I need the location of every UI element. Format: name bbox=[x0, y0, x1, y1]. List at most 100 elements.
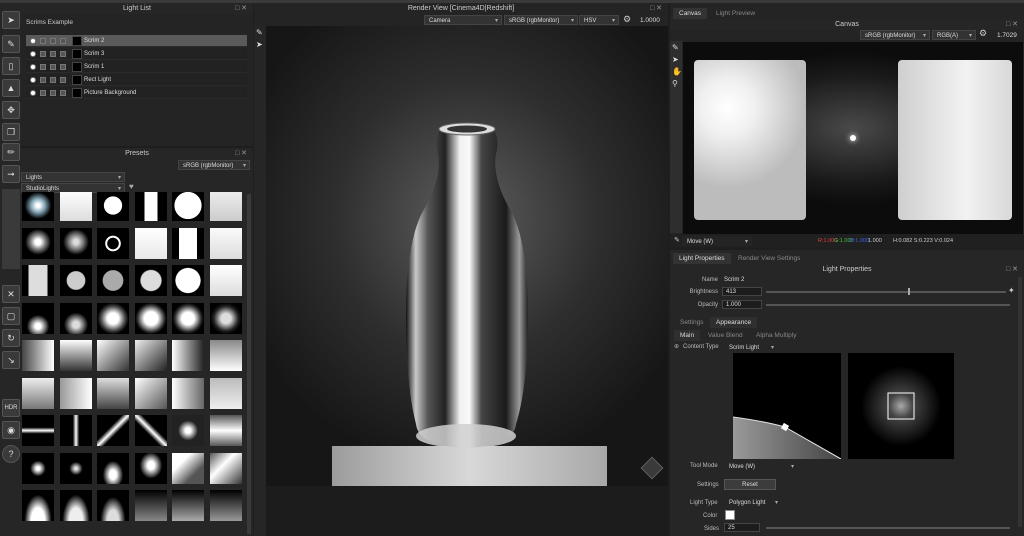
preset-thumbnail[interactable] bbox=[97, 377, 129, 409]
preset-thumbnail[interactable] bbox=[22, 265, 54, 296]
mute-icon[interactable] bbox=[60, 51, 66, 57]
preset-thumbnail[interactable] bbox=[59, 377, 92, 409]
rotate-icon[interactable]: ↻ bbox=[2, 329, 20, 347]
tab-render-view-settings[interactable]: Render View Settings bbox=[732, 253, 806, 264]
select-icon[interactable]: ➤ bbox=[2, 11, 20, 29]
preset-thumbnail[interactable] bbox=[134, 452, 167, 484]
lock-icon[interactable] bbox=[50, 90, 56, 96]
visibility-icon[interactable] bbox=[30, 77, 36, 83]
arrow-icon[interactable]: ➞ bbox=[2, 165, 20, 183]
preset-thumbnail[interactable] bbox=[22, 192, 54, 221]
preset-thumbnail[interactable] bbox=[172, 192, 204, 221]
preset-thumbnail[interactable] bbox=[59, 227, 92, 259]
preset-thumbnail[interactable] bbox=[97, 452, 129, 484]
preset-thumbnail[interactable] bbox=[97, 265, 129, 296]
preset-thumbnail[interactable] bbox=[134, 490, 167, 521]
preset-thumbnail[interactable] bbox=[172, 227, 204, 259]
preset-thumbnail[interactable] bbox=[59, 302, 92, 334]
tab-canvas[interactable]: Canvas bbox=[673, 8, 708, 19]
tab-light-preview[interactable]: Light Preview bbox=[710, 8, 761, 19]
preset-thumbnail[interactable] bbox=[209, 415, 242, 446]
expand-icon[interactable]: ⊕ bbox=[674, 343, 679, 350]
light-list-item[interactable]: Rect Light bbox=[26, 74, 247, 86]
preset-thumbnail[interactable] bbox=[172, 452, 204, 484]
camera-icon[interactable]: ◉ bbox=[2, 421, 20, 439]
preset-thumbnail[interactable] bbox=[22, 415, 54, 446]
camera-select[interactable]: Camera bbox=[424, 15, 502, 26]
panel-controls-icon[interactable]: □ ✕ bbox=[235, 148, 247, 159]
opacity-slider[interactable] bbox=[766, 304, 1010, 306]
preset-thumbnail[interactable] bbox=[22, 490, 54, 521]
duplicate-icon[interactable]: ❐ bbox=[2, 123, 20, 141]
mute-icon[interactable] bbox=[60, 77, 66, 83]
panel-controls-icon[interactable]: □ ✕ bbox=[235, 3, 247, 14]
preset-thumbnail[interactable] bbox=[209, 340, 242, 371]
canvas-pick-icon[interactable]: ✎ bbox=[672, 43, 679, 52]
favorite-icon[interactable]: ♥ bbox=[129, 182, 134, 191]
light-list-item[interactable]: Scrim 2 bbox=[26, 35, 247, 47]
eraser-icon[interactable]: ▯ bbox=[2, 57, 20, 75]
preset-thumbnail[interactable] bbox=[172, 265, 204, 296]
canvas-zoom-icon[interactable]: ⚲ bbox=[672, 79, 678, 88]
delete-icon[interactable]: ✕ bbox=[2, 285, 20, 303]
canvas-tool-select[interactable]: Move (W) bbox=[682, 236, 752, 247]
preset-thumbnail[interactable] bbox=[172, 302, 204, 334]
lock-icon[interactable] bbox=[50, 38, 56, 44]
scrim-right[interactable] bbox=[898, 60, 1012, 220]
brightness-slider[interactable] bbox=[766, 291, 1006, 293]
preset-thumbnail[interactable] bbox=[97, 302, 129, 334]
presets-colorspace-select[interactable]: sRGB (rgbMonitor) bbox=[178, 160, 250, 171]
preset-thumbnail[interactable] bbox=[22, 340, 54, 371]
canvas-hand-icon[interactable]: ✋ bbox=[672, 67, 682, 76]
presets-scrollbar[interactable] bbox=[247, 194, 251, 534]
preset-thumbnail[interactable] bbox=[209, 265, 242, 296]
visibility-icon[interactable] bbox=[30, 51, 36, 57]
color-swatch[interactable] bbox=[725, 510, 735, 520]
tab-settings[interactable]: Settings bbox=[674, 317, 710, 328]
preset-thumbnail[interactable] bbox=[97, 490, 129, 521]
canvas-cursor-icon[interactable]: ➤ bbox=[672, 55, 679, 64]
content-type-select[interactable]: Scrim Light bbox=[724, 342, 778, 353]
brightness-field[interactable]: 413 bbox=[722, 287, 762, 296]
light-list-item[interactable]: Scrim 3 bbox=[26, 48, 247, 60]
canvas-exposure-icon[interactable]: ⚙ bbox=[979, 28, 987, 39]
lock-icon[interactable] bbox=[50, 64, 56, 70]
visibility-icon[interactable] bbox=[30, 90, 36, 96]
exposure-icon[interactable]: ⚙ bbox=[623, 14, 631, 25]
properties-scrollbar[interactable] bbox=[1018, 277, 1022, 527]
mute-icon[interactable] bbox=[60, 90, 66, 96]
tab-light-properties[interactable]: Light Properties bbox=[673, 253, 731, 264]
help-icon[interactable]: ? bbox=[2, 445, 20, 463]
preset-thumbnail[interactable] bbox=[59, 265, 92, 296]
mute-icon[interactable] bbox=[60, 38, 66, 44]
preset-thumbnail[interactable] bbox=[209, 490, 242, 521]
panel-controls-icon[interactable]: □ ✕ bbox=[1006, 19, 1018, 30]
preset-thumbnail[interactable] bbox=[59, 340, 92, 371]
pen-icon[interactable]: ✏ bbox=[2, 143, 20, 161]
preset-thumbnail[interactable] bbox=[97, 227, 129, 259]
fill-icon[interactable]: ▲ bbox=[2, 79, 20, 97]
opacity-field[interactable]: 1.000 bbox=[722, 300, 762, 309]
solo-icon[interactable] bbox=[40, 90, 46, 96]
lock-icon[interactable] bbox=[50, 77, 56, 83]
canvas-colorspace-select[interactable]: sRGB (rgbMonitor) bbox=[860, 30, 930, 41]
render-mode-select[interactable]: HSV bbox=[579, 15, 619, 26]
brightness-slider-handle[interactable] bbox=[908, 288, 910, 295]
panel-controls-icon[interactable]: □ ✕ bbox=[650, 3, 662, 14]
tab-value-blend[interactable]: Value Blend bbox=[702, 330, 749, 341]
light-list-item[interactable]: Picture Background bbox=[26, 87, 247, 99]
preset-thumbnail[interactable] bbox=[97, 192, 129, 221]
name-value[interactable]: Scrim 2 bbox=[724, 277, 744, 283]
preset-thumbnail[interactable] bbox=[22, 227, 54, 259]
preset-thumbnail[interactable] bbox=[134, 415, 167, 446]
preset-thumbnail[interactable] bbox=[59, 452, 92, 484]
render-colorspace-select[interactable]: sRGB (rgbMonitor) bbox=[504, 15, 578, 26]
preset-thumbnail[interactable] bbox=[172, 490, 204, 521]
solo-icon[interactable] bbox=[40, 38, 46, 44]
lock-icon[interactable] bbox=[50, 51, 56, 57]
preset-thumbnail[interactable] bbox=[134, 302, 167, 334]
preset-thumbnail[interactable] bbox=[22, 452, 54, 484]
preset-thumbnail[interactable] bbox=[172, 340, 204, 371]
pick-icon[interactable]: ✎ bbox=[256, 28, 263, 37]
preset-thumbnail[interactable] bbox=[209, 302, 242, 334]
